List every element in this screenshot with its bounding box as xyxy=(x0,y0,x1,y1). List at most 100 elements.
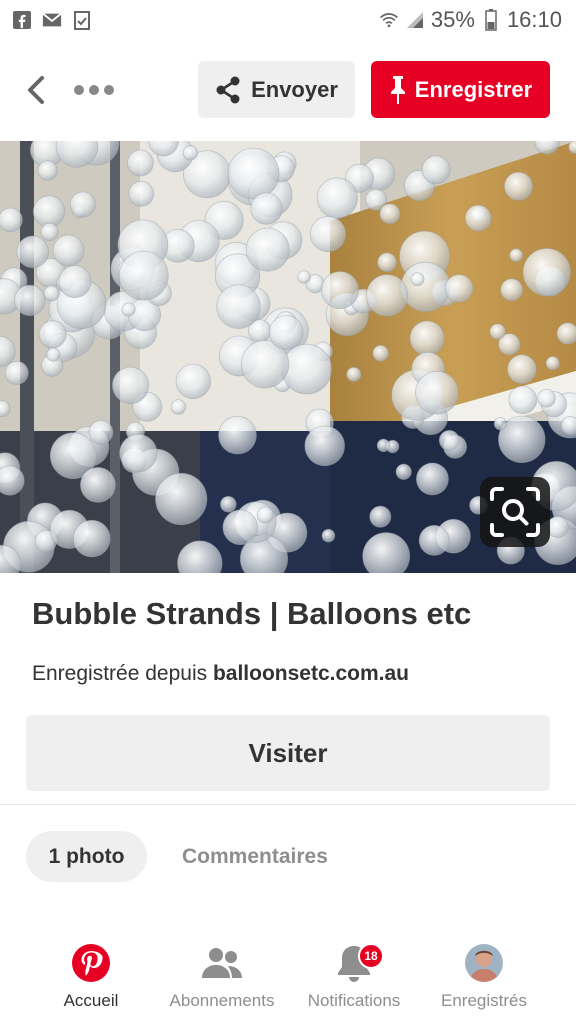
balloon-bubble xyxy=(73,519,111,558)
balloon-bubble xyxy=(369,505,392,528)
balloon-bubble xyxy=(38,320,67,349)
share-button[interactable]: Envoyer xyxy=(198,61,355,118)
balloon-bubble xyxy=(522,248,571,297)
balloon-bubble xyxy=(316,177,358,219)
balloon-bubble xyxy=(309,215,347,253)
nav-notifications-icon-wrap: 18 xyxy=(336,935,384,991)
nav-saved-label: Enregistrés xyxy=(441,991,527,1010)
balloon-bubble xyxy=(509,248,524,263)
balloon-bubble xyxy=(415,462,449,496)
balloon-bubble xyxy=(43,285,60,302)
pin-title: Bubble Strands | Balloons etc xyxy=(32,596,472,631)
balloon-bubble xyxy=(493,417,507,431)
balloon-bubble xyxy=(16,235,50,269)
balloon-bubble xyxy=(268,314,304,350)
balloon-bubble xyxy=(245,227,290,272)
balloon-bubble xyxy=(379,203,401,225)
share-icon xyxy=(216,76,240,103)
nav-following-icon-wrap xyxy=(201,935,243,991)
signal-icon xyxy=(405,10,425,30)
bottom-navigation: Accueil Abonnements 18 Notifications Enr… xyxy=(0,935,576,1024)
balloon-bubble xyxy=(119,433,158,473)
balloon-bubble xyxy=(40,222,59,242)
balloon-bubble xyxy=(227,147,280,200)
clipboard-check-icon xyxy=(72,10,92,30)
save-button-label: Enregistrer xyxy=(414,76,533,102)
balloon-bubble xyxy=(0,207,23,233)
balloon-bubble xyxy=(556,322,576,345)
balloon-bubble xyxy=(508,385,538,415)
balloon-bubble xyxy=(365,274,409,317)
balloon-bubble xyxy=(88,419,114,445)
status-bar: 35% 16:10 xyxy=(0,0,576,40)
tab-photos[interactable]: 1 photo xyxy=(26,831,147,882)
balloon-bubble xyxy=(216,284,261,329)
balloon-bubble xyxy=(400,261,451,312)
balloon-bubble xyxy=(464,204,492,232)
wifi-icon xyxy=(379,10,399,30)
balloon-bubble xyxy=(409,320,445,356)
balloon-bubble xyxy=(545,356,560,371)
balloon-bubble xyxy=(218,415,257,455)
tab-comments[interactable]: Commentaires xyxy=(182,831,328,882)
mail-icon xyxy=(42,10,62,30)
battery-percentage: 35% xyxy=(430,7,475,32)
balloon-bubble xyxy=(320,271,359,310)
balloon-bubble xyxy=(69,191,96,218)
balloon-bubble xyxy=(126,149,154,177)
balloon-bubble xyxy=(410,272,425,287)
visual-search-icon xyxy=(490,487,540,537)
nav-home-icon-wrap xyxy=(71,935,111,991)
back-button[interactable] xyxy=(18,72,54,108)
visit-button[interactable]: Visiter xyxy=(26,715,550,791)
notifications-badge: 18 xyxy=(358,943,384,969)
nav-item-home[interactable]: Accueil xyxy=(52,935,130,1024)
balloon-bubble xyxy=(546,515,569,538)
facebook-icon xyxy=(12,10,32,30)
people-icon xyxy=(202,948,242,978)
save-button[interactable]: Enregistrer xyxy=(371,61,550,118)
balloon-bubble xyxy=(418,524,450,556)
balloon-bubble xyxy=(561,416,576,436)
balloon-bubble xyxy=(377,252,397,273)
saved-from-line: Enregistrée depuis balloonsetc.com.au xyxy=(32,662,409,686)
balloon-bubble xyxy=(52,234,85,267)
balloon-bubble xyxy=(500,278,524,302)
pinterest-logo-icon xyxy=(72,944,110,982)
balloon-bubble xyxy=(503,171,533,201)
balloon-bubble xyxy=(444,274,474,303)
balloon-bubble xyxy=(58,265,92,299)
balloon-bubble xyxy=(175,363,211,400)
balloon-bubble xyxy=(537,388,556,408)
avatar xyxy=(465,944,503,982)
balloon-bubble xyxy=(182,145,198,161)
balloon-bubble xyxy=(4,360,29,385)
balloon-bubble xyxy=(321,528,336,543)
nav-item-following[interactable]: Abonnements xyxy=(164,935,280,1024)
balloon-bubble xyxy=(170,399,187,415)
nav-item-saved[interactable]: Enregistrés xyxy=(436,935,532,1024)
status-left-icons xyxy=(12,10,92,30)
balloon-bubble xyxy=(372,345,390,362)
balloon-bubble xyxy=(128,180,155,207)
nav-following-label: Abonnements xyxy=(169,991,275,1010)
balloon-bubble xyxy=(297,270,311,284)
balloon-bubble xyxy=(155,472,208,526)
chevron-left-icon xyxy=(28,76,44,104)
pin-image[interactable] xyxy=(0,141,576,573)
status-right: 35% 16:10 xyxy=(379,7,562,33)
more-options-button[interactable] xyxy=(70,72,118,108)
balloon-bubble xyxy=(0,465,25,496)
visual-search-button[interactable] xyxy=(480,477,550,547)
balloon-bubble xyxy=(80,466,116,503)
source-domain-link[interactable]: balloonsetc.com.au xyxy=(213,662,409,685)
balloon-bubble xyxy=(112,366,150,404)
nav-home-label: Accueil xyxy=(63,991,119,1010)
balloon-bubble xyxy=(121,302,136,317)
balloon-bubble xyxy=(376,438,391,453)
balloon-bubble xyxy=(281,343,333,395)
nav-item-notifications[interactable]: 18 Notifications xyxy=(300,935,408,1024)
balloon-bubble xyxy=(489,323,506,340)
balloon-bubble xyxy=(415,371,459,415)
battery-icon xyxy=(481,9,501,31)
